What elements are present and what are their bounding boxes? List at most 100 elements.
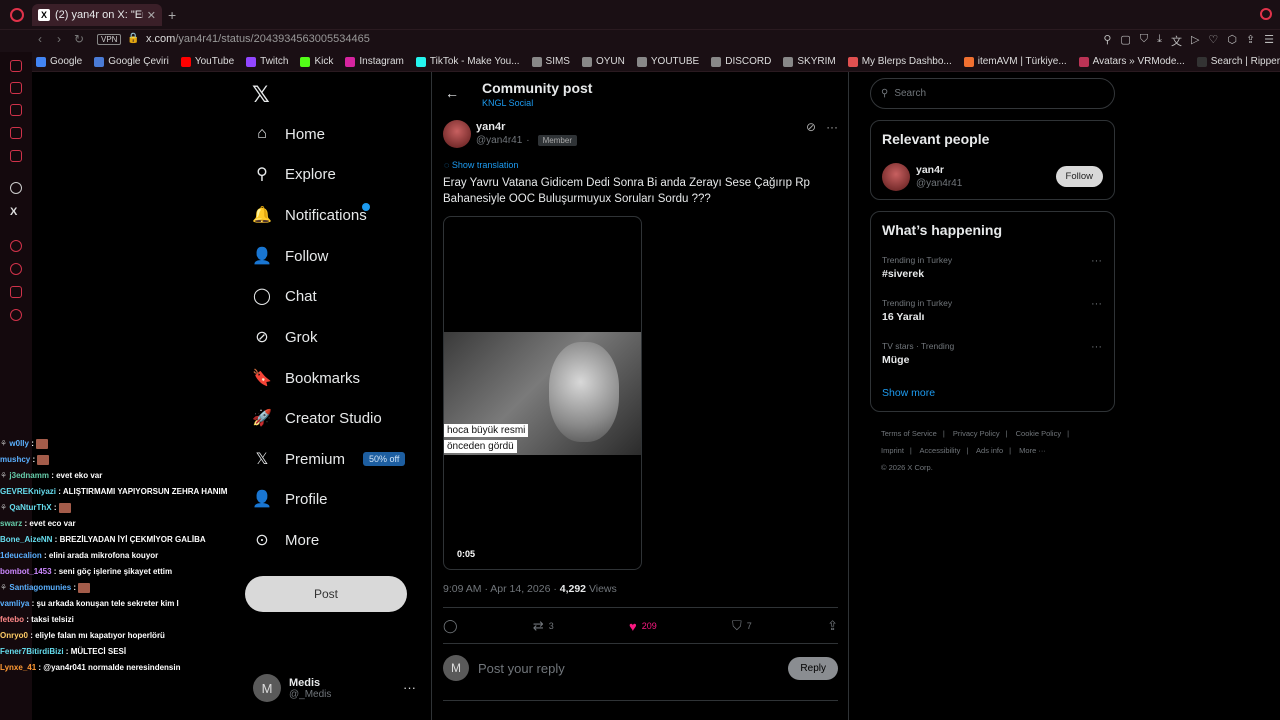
author-avatar[interactable] — [443, 120, 471, 148]
more-icon[interactable]: ··· — [826, 120, 838, 134]
cube-icon[interactable] — [10, 286, 22, 298]
bookmark-item[interactable]: Google — [36, 56, 82, 67]
nav-item-more[interactable]: ⊙ More — [253, 531, 319, 550]
search-tabs-icon[interactable] — [1260, 8, 1272, 20]
chatgpt-icon[interactable] — [10, 182, 22, 194]
video-player[interactable]: hoca büyük resmi önceden gördü 0:05 — [443, 216, 642, 570]
author-handle[interactable]: @yan4r41 — [476, 135, 522, 146]
reply-action[interactable]: ◯ — [443, 618, 458, 634]
wallet-icon[interactable] — [10, 104, 22, 116]
nav-item-chat[interactable]: ◯ Chat — [253, 287, 317, 306]
extensions-icon[interactable]: ⬡ — [1227, 33, 1237, 49]
nav-item-grok[interactable]: ⊘ Grok — [253, 328, 317, 347]
avatar[interactable] — [882, 163, 910, 191]
nav-item-creator-studio[interactable]: 🚀 Creator Studio — [252, 409, 382, 428]
x-sidebar-icon[interactable]: X — [10, 206, 22, 218]
follow-button[interactable]: Follow — [1055, 166, 1103, 187]
bookmark-item[interactable]: itemAVM | Türkiye... — [963, 56, 1067, 67]
show-translation-link[interactable]: ◌ Show translation — [444, 160, 518, 170]
bookmark-item[interactable]: Instagram — [345, 56, 404, 67]
pin-icon[interactable]: ⚲ — [1103, 33, 1111, 49]
community-link[interactable]: KNGL Social — [482, 98, 533, 108]
repost-action[interactable]: ⇄ 3 — [533, 618, 554, 634]
nav-item-explore[interactable]: ⚲ Explore — [253, 165, 336, 184]
footer-link[interactable]: Accessibility — [920, 446, 961, 455]
bookmark-item[interactable]: YOUTUBE — [636, 56, 699, 67]
footer-link[interactable]: Terms of Service — [881, 429, 937, 438]
account-switcher[interactable]: M Medis @_Medis — [253, 674, 331, 702]
bookmark-item[interactable]: Kick — [300, 56, 333, 67]
new-tab-icon[interactable]: + — [168, 7, 176, 23]
relevant-person-name[interactable]: yan4r — [916, 164, 944, 176]
footer-link[interactable]: Ads info — [976, 446, 1003, 455]
url-field[interactable]: x.com/yan4r41/status/2043934563005534465 — [146, 33, 370, 45]
nav-item-follow[interactable]: 👤 Follow — [252, 247, 328, 266]
bookmark-item[interactable]: Avatars » VRMode... — [1078, 56, 1185, 67]
bookmark-item[interactable]: OYUN — [581, 56, 625, 67]
bookmark-item[interactable]: Search | RipperSt... — [1196, 56, 1280, 67]
trend-item[interactable]: Trending in Turkey 16 Yaralı ··· — [882, 298, 1102, 323]
music-icon[interactable] — [10, 127, 22, 139]
account-more-icon[interactable]: ··· — [403, 680, 416, 695]
share-icon[interactable]: ⇪ — [1246, 33, 1255, 49]
trend-item[interactable]: Trending in Turkey #siverek ··· — [882, 255, 1102, 280]
opera-logo-icon[interactable] — [10, 8, 24, 22]
trend-item[interactable]: TV stars · Trending Müge ··· — [882, 341, 1102, 366]
bookmark-action[interactable]: ⛉ 7 — [732, 618, 752, 634]
back-arrow-icon[interactable]: ← — [445, 85, 459, 101]
author-name[interactable]: yan4r — [476, 121, 505, 133]
download-icon[interactable]: ⤓ — [1157, 33, 1162, 49]
nav-item-bookmarks[interactable]: 🔖 Bookmarks — [252, 369, 360, 388]
footer-link[interactable]: More ··· — [1019, 446, 1046, 455]
chat-message: GEVREKniyazi : ALIŞTIRMAMI YAPIYORSUN ZE… — [0, 487, 228, 496]
bookmark-item[interactable]: DISCORD — [711, 56, 771, 67]
news-icon[interactable] — [10, 150, 22, 162]
footer-link[interactable]: Privacy Policy — [953, 429, 1000, 438]
clock-icon[interactable] — [10, 263, 22, 275]
bookmark-item[interactable]: Google Çeviri — [94, 56, 169, 67]
bookmark-item[interactable]: YouTube — [180, 56, 234, 67]
like-action[interactable]: ♥ 209 — [629, 618, 657, 634]
history-icon[interactable] — [10, 82, 22, 94]
translate-icon[interactable]: 文 — [1171, 33, 1182, 49]
trend-more-icon[interactable]: ··· — [1091, 255, 1102, 267]
trend-more-icon[interactable]: ··· — [1091, 341, 1102, 353]
grok-icon[interactable]: ⊘ — [806, 120, 816, 134]
reload-icon[interactable]: ↻ — [74, 32, 84, 46]
bookmark-item[interactable]: SIMS — [531, 56, 570, 67]
show-more-link[interactable]: Show more — [882, 387, 935, 399]
bookmark-item[interactable]: My Blerps Dashbo... — [847, 56, 952, 67]
lock-icon[interactable]: 🔒 — [127, 33, 139, 44]
bookmark-item[interactable]: TikTok - Make You... — [415, 56, 520, 67]
bookmark-item[interactable]: Twitch — [246, 56, 288, 67]
back-nav-icon[interactable]: ‹ — [38, 32, 42, 46]
trend-more-icon[interactable]: ··· — [1091, 298, 1102, 310]
nav-item-profile[interactable]: 👤 Profile — [252, 490, 327, 509]
post-button[interactable]: Post — [245, 576, 407, 612]
play-icon[interactable]: ▷ — [1191, 33, 1199, 49]
bookmark-item[interactable]: SKYRIM — [783, 56, 836, 67]
search-input[interactable]: ⚲ Search — [870, 78, 1115, 109]
share-action[interactable]: ⇪ — [827, 618, 838, 634]
footer-link[interactable]: Cookie Policy — [1016, 429, 1061, 438]
footer-link[interactable]: Imprint — [881, 446, 904, 455]
messenger-icon[interactable] — [10, 60, 22, 72]
browser-tab[interactable]: X (2) yan4r on X: "Eray Yavru ✕ — [32, 4, 162, 26]
snapshot-icon[interactable]: ▢ — [1120, 33, 1130, 49]
vpn-badge[interactable]: VPN — [97, 34, 122, 45]
close-tab-icon[interactable]: ✕ — [147, 9, 156, 22]
settings-icon[interactable] — [10, 309, 22, 321]
x-logo-icon[interactable]: 𝕏 — [252, 82, 270, 108]
relevant-person-handle[interactable]: @yan4r41 — [916, 178, 962, 189]
reply-input[interactable]: Post your reply — [478, 661, 788, 676]
nav-item-premium[interactable]: 𝕏 Premium 50% off — [253, 450, 406, 468]
nav-item-notifications[interactable]: 🔔 Notifications — [252, 203, 370, 224]
forward-nav-icon[interactable]: › — [57, 32, 61, 46]
shield-icon[interactable]: ⛉ — [1140, 33, 1148, 49]
player-icon[interactable] — [10, 240, 22, 252]
heart-icon[interactable]: ♡ — [1208, 33, 1218, 49]
reply-button[interactable]: Reply — [788, 656, 838, 680]
chat-message: vamliya : şu arkada konuşan tele sekrete… — [0, 599, 179, 608]
menu-icon[interactable]: ☰ — [1264, 33, 1274, 49]
nav-item-home[interactable]: ⌂ Home — [253, 125, 325, 143]
